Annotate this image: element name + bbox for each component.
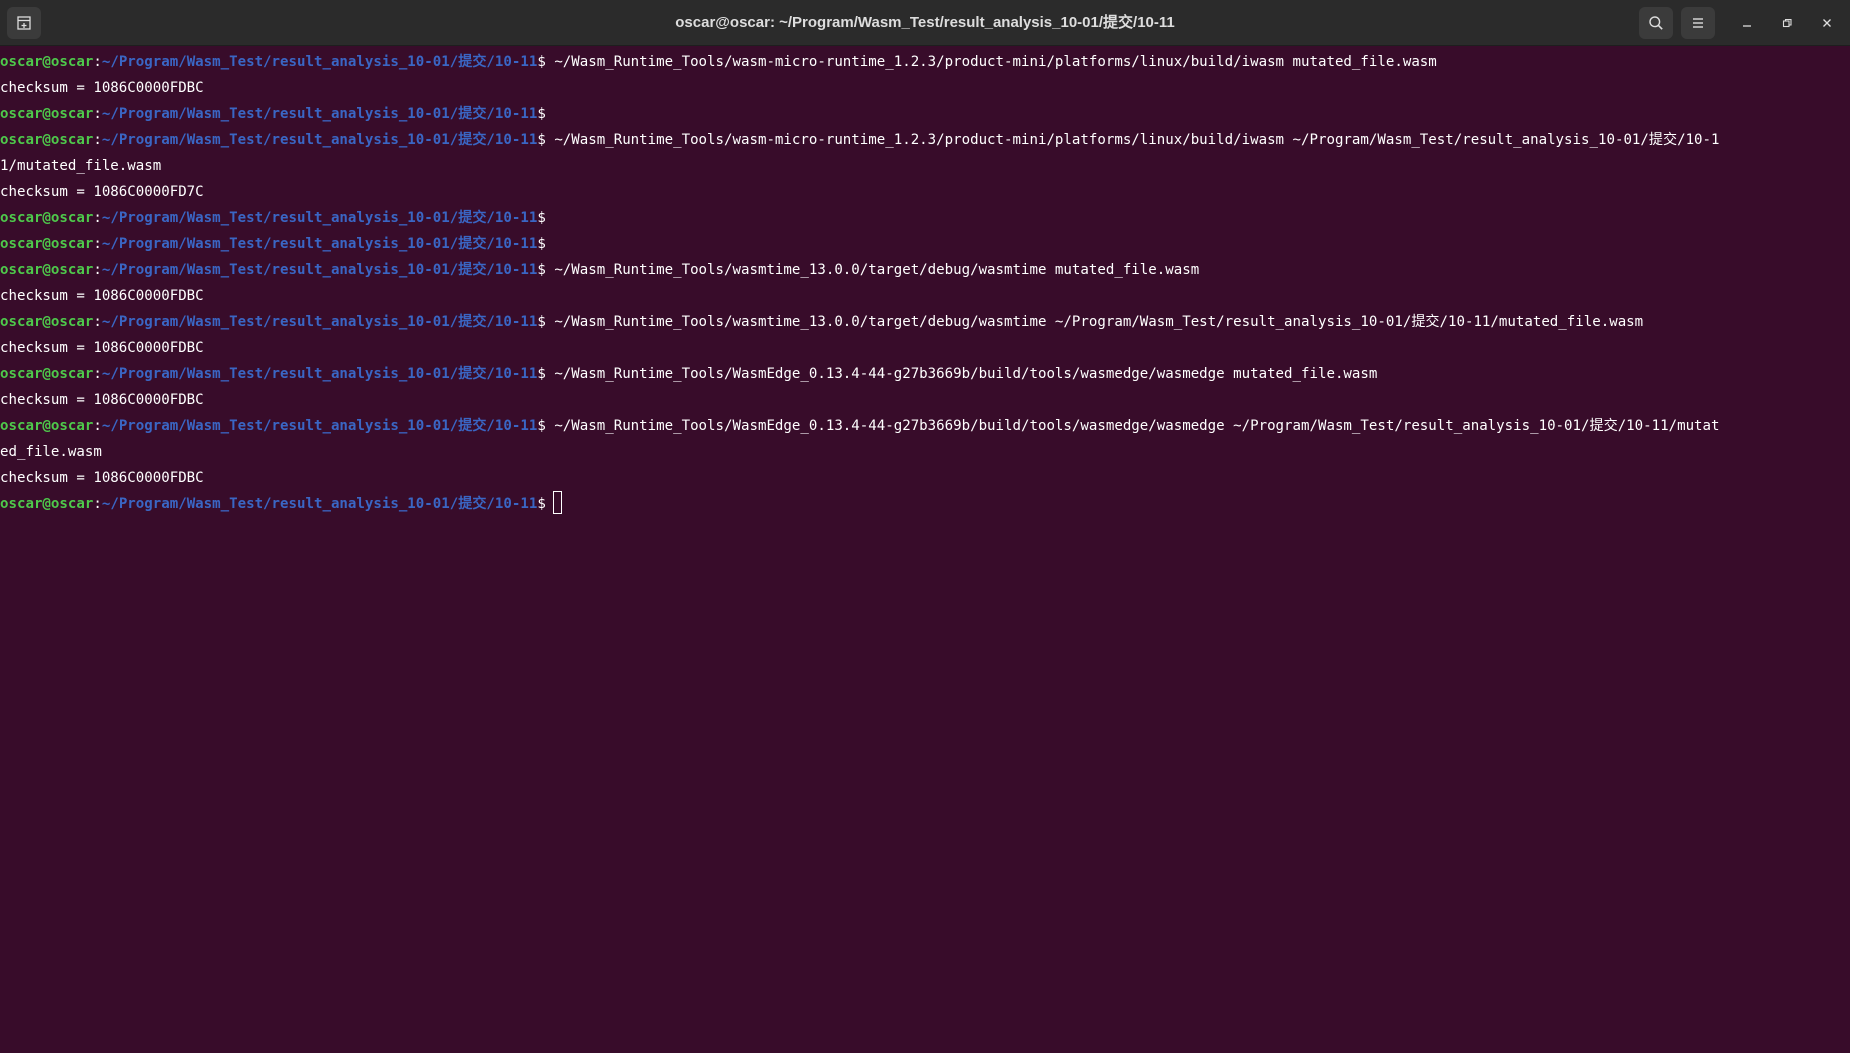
menu-button[interactable] bbox=[1681, 7, 1715, 39]
prompt-line: oscar@oscar:~/Program/Wasm_Test/result_a… bbox=[0, 101, 1840, 127]
prompt-user: oscar@oscar bbox=[0, 132, 94, 148]
prompt-colon: : bbox=[93, 236, 102, 252]
prompt-line: oscar@oscar:~/Program/Wasm_Test/result_a… bbox=[0, 205, 1840, 231]
prompt-colon: : bbox=[93, 262, 102, 278]
command-text: ~/Wasm_Runtime_Tools/WasmEdge_0.13.4-44-… bbox=[545, 418, 1720, 434]
maximize-button[interactable] bbox=[1770, 7, 1804, 39]
prompt-line: oscar@oscar:~/Program/Wasm_Test/result_a… bbox=[0, 361, 1840, 387]
command-text: ~/Wasm_Runtime_Tools/wasm-micro-runtime_… bbox=[545, 132, 1720, 148]
search-icon bbox=[1649, 16, 1663, 30]
prompt-colon: : bbox=[93, 54, 102, 70]
prompt-path: ~/Program/Wasm_Test/result_analysis_10-0… bbox=[101, 496, 538, 512]
new-tab-icon bbox=[17, 16, 31, 30]
minimize-icon bbox=[1743, 25, 1751, 27]
prompt-colon: : bbox=[93, 210, 102, 226]
minimize-button[interactable] bbox=[1730, 7, 1764, 39]
prompt-colon: : bbox=[93, 366, 102, 382]
prompt-user: oscar@oscar bbox=[0, 366, 94, 382]
prompt-path: ~/Program/Wasm_Test/result_analysis_10-0… bbox=[101, 314, 538, 330]
prompt-path: ~/Program/Wasm_Test/result_analysis_10-0… bbox=[101, 106, 538, 122]
prompt-dollar: $ bbox=[537, 236, 546, 252]
hamburger-menu-icon bbox=[1693, 18, 1703, 28]
scrollbar[interactable] bbox=[1844, 47, 1850, 1053]
output-text: checksum = 1086C0000FDBC bbox=[0, 392, 204, 408]
prompt-user: oscar@oscar bbox=[0, 106, 94, 122]
search-button[interactable] bbox=[1639, 7, 1673, 39]
prompt-user: oscar@oscar bbox=[0, 262, 94, 278]
output-text: checksum = 1086C0000FD7C bbox=[0, 184, 204, 200]
prompt-colon: : bbox=[93, 106, 102, 122]
output-text: 1/mutated_file.wasm bbox=[0, 158, 162, 174]
prompt-colon: : bbox=[93, 314, 102, 330]
restore-icon bbox=[1782, 18, 1792, 28]
prompt-user: oscar@oscar bbox=[0, 210, 94, 226]
output-text: ed_file.wasm bbox=[0, 444, 102, 460]
prompt-colon: : bbox=[93, 496, 102, 512]
prompt-path: ~/Program/Wasm_Test/result_analysis_10-0… bbox=[101, 236, 538, 252]
prompt-dollar: $ bbox=[537, 366, 546, 382]
prompt-dollar: $ bbox=[537, 54, 546, 70]
prompt-colon: : bbox=[93, 132, 102, 148]
prompt-dollar: $ bbox=[537, 418, 546, 434]
prompt-path: ~/Program/Wasm_Test/result_analysis_10-0… bbox=[101, 54, 538, 70]
output-line: checksum = 1086C0000FDBC bbox=[0, 75, 1840, 101]
output-text: checksum = 1086C0000FDBC bbox=[0, 288, 204, 304]
prompt-user: oscar@oscar bbox=[0, 314, 94, 330]
prompt-line: oscar@oscar:~/Program/Wasm_Test/result_a… bbox=[0, 231, 1840, 257]
output-text: checksum = 1086C0000FDBC bbox=[0, 470, 204, 486]
output-line: 1/mutated_file.wasm bbox=[0, 153, 1840, 179]
prompt-line: oscar@oscar:~/Program/Wasm_Test/result_a… bbox=[0, 413, 1840, 439]
prompt-dollar: $ bbox=[537, 496, 546, 512]
output-text: checksum = 1086C0000FDBC bbox=[0, 340, 204, 356]
prompt-dollar: $ bbox=[537, 314, 546, 330]
prompt-dollar: $ bbox=[537, 210, 546, 226]
new-tab-button[interactable] bbox=[7, 7, 41, 39]
output-line: ed_file.wasm bbox=[0, 439, 1840, 465]
title-bar[interactable]: oscar@oscar: ~/Program/Wasm_Test/result_… bbox=[0, 0, 1850, 46]
prompt-line: oscar@oscar:~/Program/Wasm_Test/result_a… bbox=[0, 127, 1840, 153]
command-text: ~/Wasm_Runtime_Tools/wasmtime_13.0.0/tar… bbox=[545, 262, 1200, 278]
output-line: checksum = 1086C0000FDBC bbox=[0, 465, 1840, 491]
prompt-path: ~/Program/Wasm_Test/result_analysis_10-0… bbox=[101, 132, 538, 148]
terminal-window: oscar@oscar: ~/Program/Wasm_Test/result_… bbox=[0, 0, 1850, 1053]
prompt-path: ~/Program/Wasm_Test/result_analysis_10-0… bbox=[101, 418, 538, 434]
command-text: ~/Wasm_Runtime_Tools/wasmtime_13.0.0/tar… bbox=[545, 314, 1644, 330]
prompt-colon: : bbox=[93, 418, 102, 434]
prompt-line: oscar@oscar:~/Program/Wasm_Test/result_a… bbox=[0, 309, 1840, 335]
prompt-path: ~/Program/Wasm_Test/result_analysis_10-0… bbox=[101, 366, 538, 382]
output-line: checksum = 1086C0000FDBC bbox=[0, 283, 1840, 309]
prompt-path: ~/Program/Wasm_Test/result_analysis_10-0… bbox=[101, 210, 538, 226]
terminal-output[interactable]: oscar@oscar:~/Program/Wasm_Test/result_a… bbox=[0, 49, 1840, 1053]
command-text: ~/Wasm_Runtime_Tools/wasm-micro-runtime_… bbox=[545, 54, 1437, 70]
output-line: checksum = 1086C0000FD7C bbox=[0, 179, 1840, 205]
prompt-dollar: $ bbox=[537, 132, 546, 148]
prompt-path: ~/Program/Wasm_Test/result_analysis_10-0… bbox=[101, 262, 538, 278]
prompt-user: oscar@oscar bbox=[0, 236, 94, 252]
output-text: checksum = 1086C0000FDBC bbox=[0, 80, 204, 96]
text-cursor bbox=[552, 491, 562, 514]
window-title: oscar@oscar: ~/Program/Wasm_Test/result_… bbox=[675, 14, 1175, 31]
prompt-line: oscar@oscar:~/Program/Wasm_Test/result_a… bbox=[0, 257, 1840, 283]
prompt-user: oscar@oscar bbox=[0, 496, 94, 512]
prompt-line: oscar@oscar:~/Program/Wasm_Test/result_a… bbox=[0, 49, 1840, 75]
command-text: ~/Wasm_Runtime_Tools/WasmEdge_0.13.4-44-… bbox=[545, 366, 1378, 382]
close-button[interactable] bbox=[1810, 7, 1844, 39]
output-line: checksum = 1086C0000FDBC bbox=[0, 335, 1840, 361]
prompt-line: oscar@oscar:~/Program/Wasm_Test/result_a… bbox=[0, 491, 1840, 517]
prompt-dollar: $ bbox=[537, 262, 546, 278]
close-icon bbox=[1823, 19, 1831, 27]
prompt-user: oscar@oscar bbox=[0, 54, 94, 70]
output-line: checksum = 1086C0000FDBC bbox=[0, 387, 1840, 413]
prompt-user: oscar@oscar bbox=[0, 418, 94, 434]
prompt-dollar: $ bbox=[537, 106, 546, 122]
